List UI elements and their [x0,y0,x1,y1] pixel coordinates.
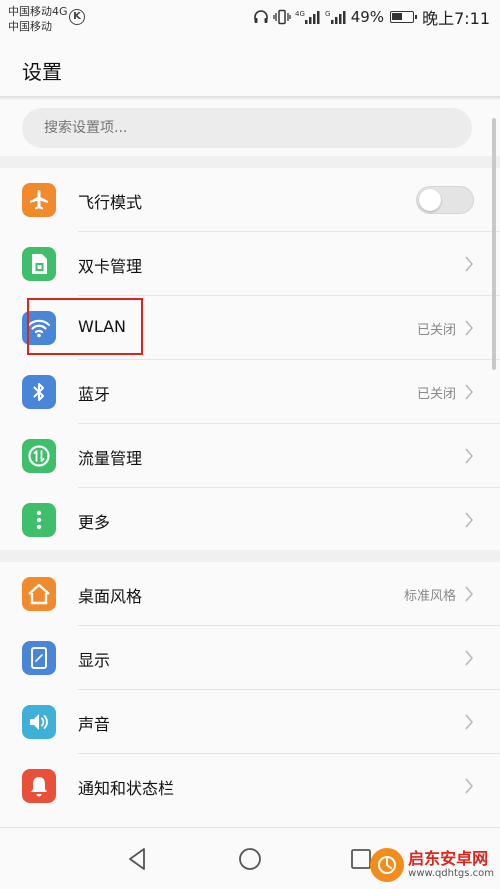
vibrate-icon [273,9,291,25]
watermark: 启东安卓网 www.qdhtgs.com [370,848,494,882]
settings-item-notifications[interactable]: 通知和状态栏 [0,754,500,818]
settings-item-wlan[interactable]: WLAN 已关闭 [0,296,500,360]
settings-item-label: 更多 [78,513,111,532]
settings-item-label: WLAN [78,317,127,336]
bluetooth-status-value: 已关闭 [416,387,456,402]
carrier-name-primary: 中国移动4G [8,5,68,18]
home-style-value: 标准风格 [403,589,456,604]
chevron-right-icon [465,320,474,336]
wlan-status-value: 已关闭 [416,323,456,338]
chevron-right-icon [465,714,474,730]
notification-bell-icon [22,769,56,803]
settings-item-label: 蓝牙 [78,385,111,404]
wifi-icon [22,311,56,345]
display-icon [22,641,56,675]
settings-item-data-usage[interactable]: 流量管理 [0,424,500,488]
search-input[interactable] [22,108,472,148]
battery-icon [390,11,418,23]
clock: 晚上7:11 [422,9,490,28]
settings-item-label: 流量管理 [78,449,143,468]
back-icon[interactable] [124,844,154,874]
svg-text:G: G [325,10,330,18]
chevron-right-icon [465,650,474,666]
svg-text:4G: 4G [295,10,305,18]
carrier-name-secondary: 中国移动 [8,20,52,33]
settings-item-label: 声音 [78,715,111,734]
settings-item-display[interactable]: 显示 [0,626,500,690]
chevron-right-icon [465,586,474,602]
watermark-logo-icon [370,848,405,882]
status-icons: 4G G 49% 晚上7:11 [253,6,490,28]
sim-card-icon [22,247,56,281]
settings-group-connectivity: 飞行模式 双卡管理 WLAN 已关闭 蓝牙 已关闭 流量管理 更多 [0,168,500,550]
k-badge-icon: K [69,9,85,25]
headset-icon [253,10,268,23]
settings-item-more[interactable]: 更多 [0,488,500,552]
search-area [0,100,500,156]
more-icon [22,503,56,537]
watermark-text: 启东安卓网 www.qdhtgs.com [408,850,494,880]
settings-item-home-style[interactable]: 桌面风格 标准风格 [0,562,500,626]
chevron-right-icon [465,778,474,794]
toggle-knob [419,189,441,211]
home-style-icon [22,577,56,611]
settings-item-label: 显示 [78,651,111,670]
settings-item-bluetooth[interactable]: 蓝牙 已关闭 [0,360,500,424]
sound-icon [22,705,56,739]
page-title: 设置 [22,60,62,84]
bluetooth-icon [22,375,56,409]
airplane-icon [22,183,56,217]
watermark-url: www.qdhtgs.com [408,868,494,879]
settings-item-dual-sim[interactable]: 双卡管理 [0,232,500,296]
watermark-title: 启东安卓网 [408,849,489,868]
signal-4g-icon: 4G [295,10,320,24]
settings-group-personalization: 桌面风格 标准风格 显示 声音 通知和状态栏 [0,562,500,827]
settings-item-label: 飞行模式 [78,193,143,212]
title-bar: 设置 [0,36,500,98]
scrollbar[interactable] [492,118,496,370]
settings-item-label: 双卡管理 [78,257,143,276]
data-usage-icon [22,439,56,473]
chevron-right-icon [465,512,474,528]
chevron-right-icon [465,256,474,272]
settings-item-label: 通知和状态栏 [78,779,175,798]
settings-item-label: 桌面风格 [78,587,143,606]
battery-percent: 49% [350,8,385,26]
settings-item-airplane-mode[interactable]: 飞行模式 [0,168,500,232]
chevron-right-icon [465,384,474,400]
chevron-right-icon [465,448,474,464]
airplane-mode-toggle[interactable] [416,186,474,214]
home-icon[interactable] [235,844,265,874]
status-bar: 中国移动4G 中国移动 K 4G G 49% 晚上7:11 [0,0,500,36]
settings-item-sound[interactable]: 声音 [0,690,500,754]
signal-g-icon: G [325,10,346,24]
